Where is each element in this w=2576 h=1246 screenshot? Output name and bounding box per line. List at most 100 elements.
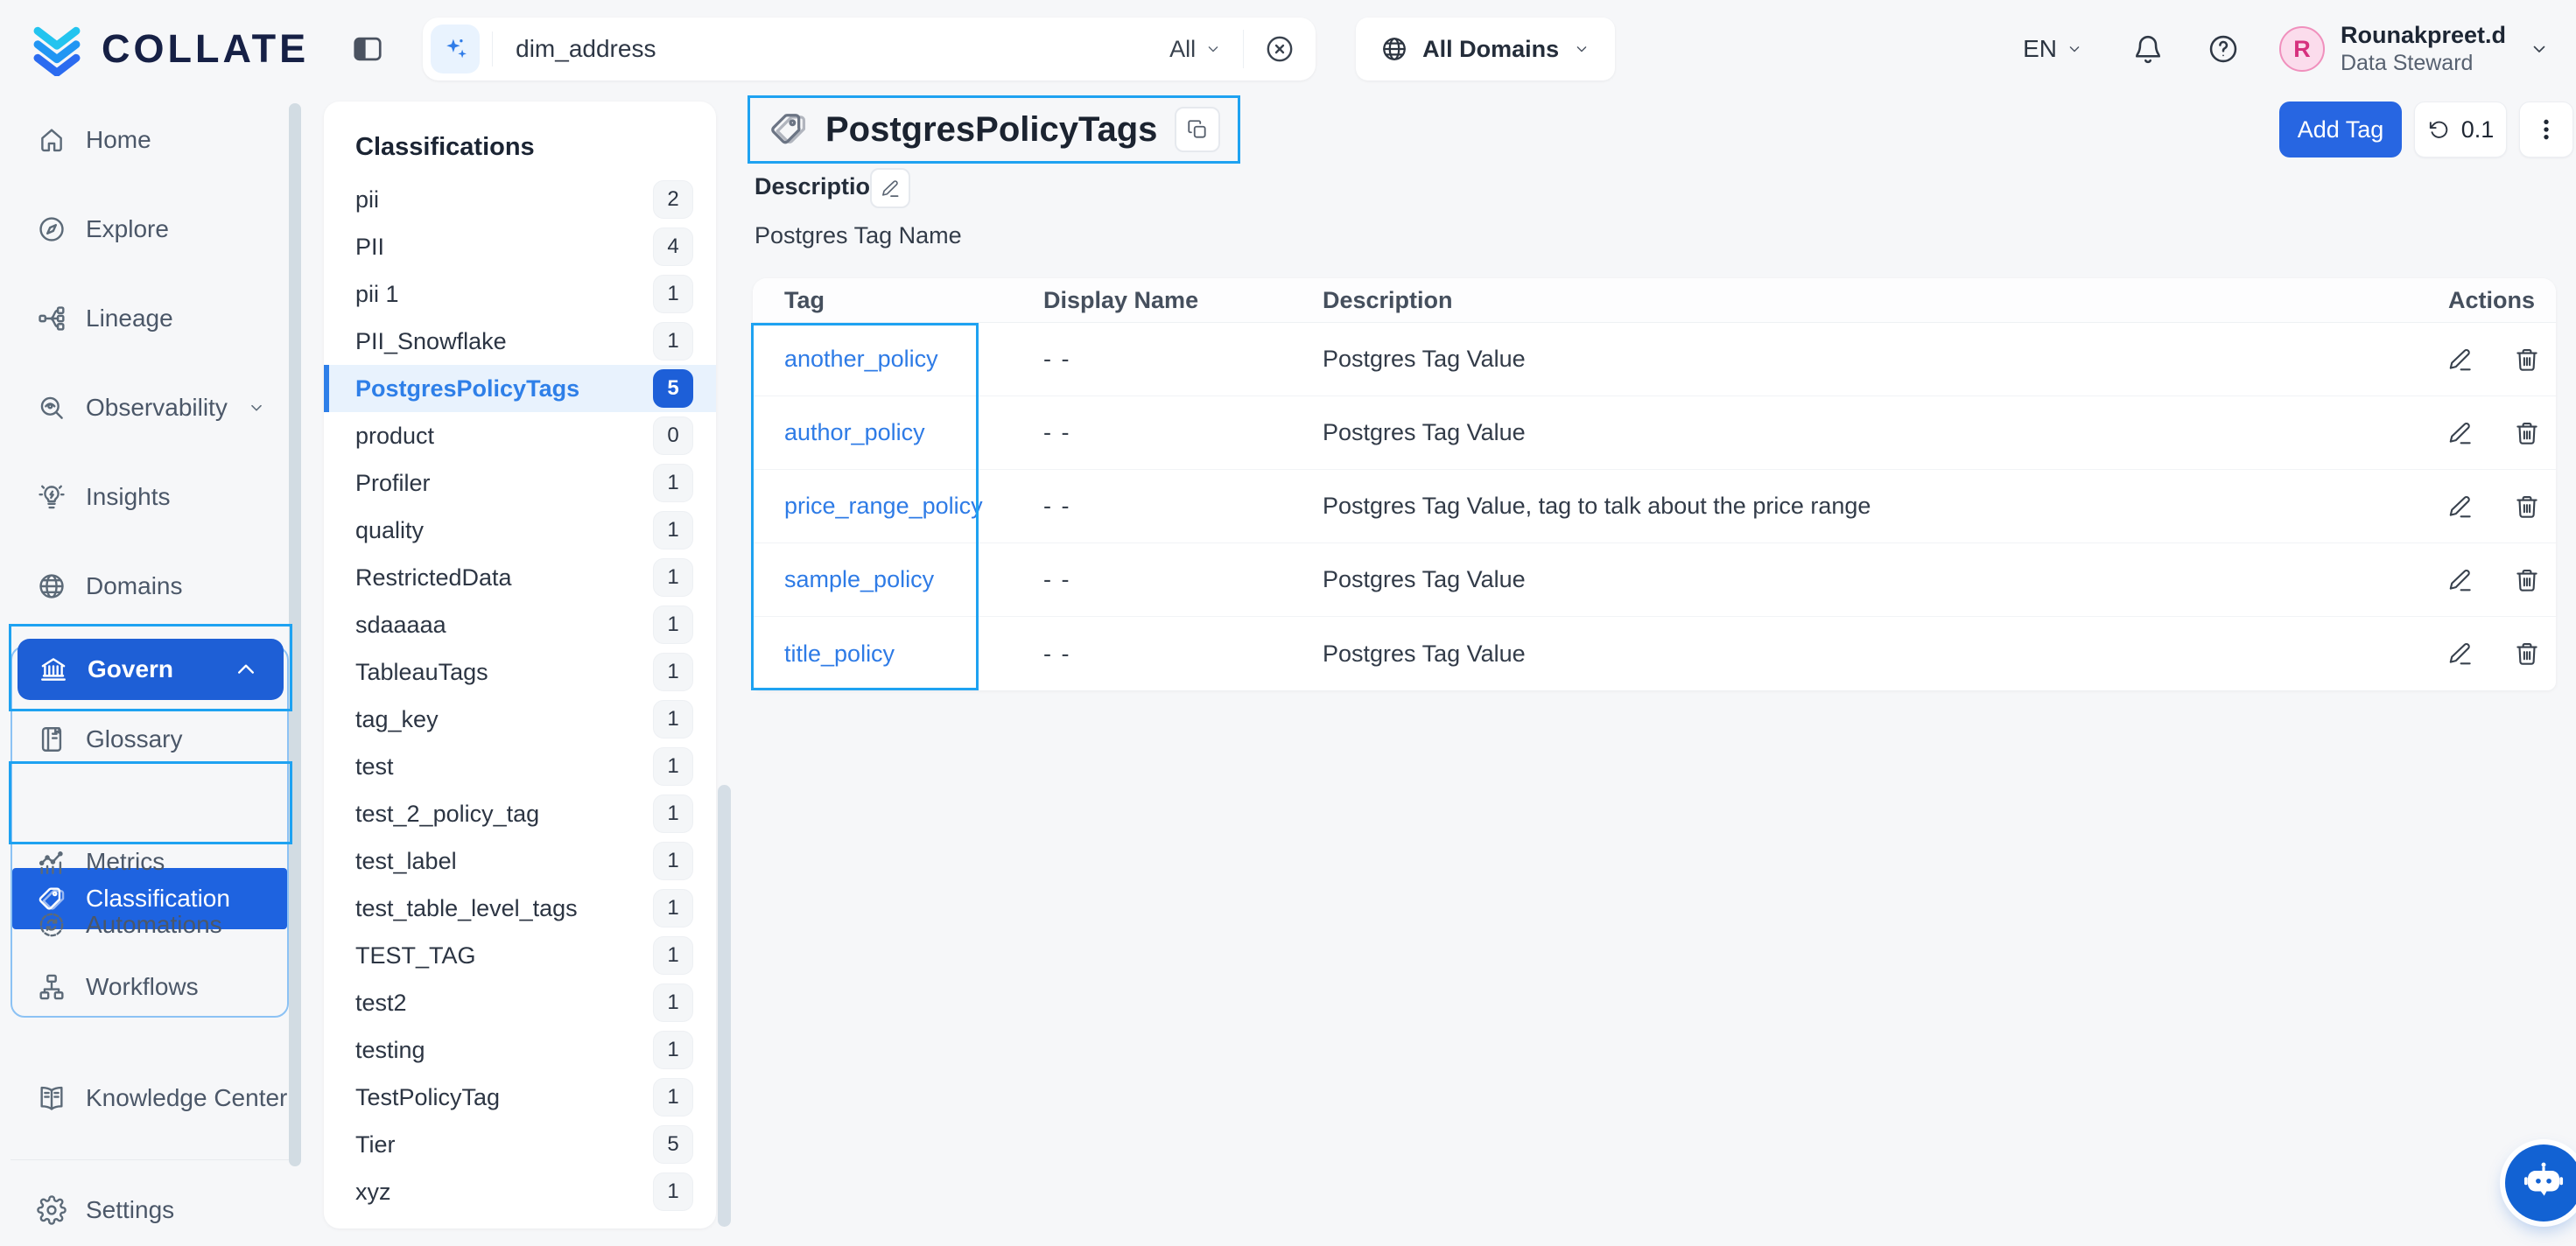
count-badge: 1 [653,842,693,880]
tag-icon [768,109,808,150]
delete-trash-icon[interactable] [2514,346,2540,373]
classification-list-item[interactable]: test_table_level_tags 1 [324,885,716,932]
version-button[interactable]: 0.1 [2414,102,2507,158]
count-badge: 0 [653,416,693,455]
help-icon[interactable] [2207,33,2239,65]
sidebar-item-settings[interactable]: Settings [0,1180,289,1241]
classification-list-item[interactable]: pii 1 1 [324,270,716,318]
classification-list-item[interactable]: product 0 [324,412,716,459]
description-cell: Postgres Tag Value [1323,346,2327,373]
automations-icon [37,910,67,940]
sidebar-item-lineage[interactable]: Lineage [0,288,289,349]
compass-icon [37,214,67,244]
notifications-bell-icon[interactable] [2132,33,2164,65]
tag-link[interactable]: sample_policy [784,566,934,592]
sidebar-item-workflows[interactable]: Workflows [12,959,287,1015]
table-header: Tag Display Name Description Actions [753,278,2556,323]
tag-link[interactable]: title_policy [784,640,895,667]
sidebar-item-home[interactable]: Home [0,109,289,171]
classification-list-item[interactable]: test_label 1 [324,837,716,885]
classification-list-item[interactable]: quality 1 [324,507,716,554]
classification-list-item[interactable]: PII_Snowflake 1 [324,318,716,365]
sidebar-item-automations[interactable]: Automations [12,897,287,953]
sidebar-item-govern[interactable]: Govern [18,639,284,700]
sidebar-item-metrics[interactable]: Metrics [12,834,287,890]
home-icon [37,125,67,155]
count-badge: 1 [653,936,693,975]
sidebar-item-observability[interactable]: Observability [0,377,289,438]
edit-icon[interactable] [2447,420,2474,446]
language-selector[interactable]: EN [2023,35,2083,63]
column-header-tag: Tag [753,287,1043,314]
collate-logo-icon [30,22,84,76]
classification-list-item[interactable]: tag_key 1 [324,696,716,743]
chevron-down-icon[interactable] [247,398,266,417]
edit-description-button[interactable] [870,168,910,208]
count-badge: 1 [653,653,693,691]
entity-title-box: PostgresPolicyTags [748,95,1240,164]
sidebar-item-insights[interactable]: Insights [0,466,289,528]
clear-search-icon[interactable] [1265,34,1295,64]
count-badge: 1 [653,794,693,833]
globe-icon [1380,35,1408,63]
classification-list-item[interactable]: Profiler 1 [324,459,716,507]
classification-list-item[interactable]: PII 4 [324,223,716,270]
chat-assistant-button[interactable] [2505,1144,2576,1222]
classifications-scrollbar[interactable] [718,785,731,1227]
sidebar-item-knowledge-center[interactable]: Knowledge Center [0,1068,289,1129]
delete-trash-icon[interactable] [2514,494,2540,520]
brand-wordmark: COLLATE [102,26,309,72]
classification-list-item[interactable]: testing 1 [324,1026,716,1074]
classification-list-item[interactable]: test2 1 [324,979,716,1026]
sidebar-item-domains[interactable]: Domains [0,556,289,617]
classification-list-item[interactable]: TableauTags 1 [324,648,716,696]
edit-icon[interactable] [2447,494,2474,520]
classification-list-item[interactable]: test 1 [324,743,716,790]
table-row: sample_policy - - Postgres Tag Value [753,543,2556,617]
ai-sparkle-icon[interactable] [431,24,480,74]
table-row: title_policy - - Postgres Tag Value [753,617,2556,690]
classification-list-item[interactable]: TEST_TAG 1 [324,932,716,979]
delete-trash-icon[interactable] [2514,420,2540,446]
delete-trash-icon[interactable] [2514,640,2540,667]
more-options-button[interactable] [2519,102,2573,158]
classification-list-item[interactable]: PostgresPolicyTags 5 [324,365,716,412]
search-input[interactable]: dim_address [516,35,1169,63]
avatar[interactable]: R [2279,26,2325,72]
search-scope-dropdown[interactable]: All [1169,36,1222,63]
edit-icon[interactable] [2447,346,2474,373]
classification-name: pii [355,186,653,214]
classification-list-item[interactable]: Tier 5 [324,1121,716,1168]
copy-button[interactable] [1175,107,1220,152]
user-profile[interactable]: R Rounakpreet.d Data Steward [2279,21,2506,78]
sidebar-item-explore[interactable]: Explore [0,199,289,260]
classification-list-item[interactable]: RestrictedData 1 [324,554,716,601]
classification-list-item[interactable]: TestPolicyTag 1 [324,1074,716,1121]
divider [1243,30,1244,68]
global-search[interactable]: dim_address All [423,18,1316,80]
classification-name: product [355,423,653,450]
classification-list-item[interactable]: xyz 1 [324,1168,716,1215]
description-label: Description [755,173,885,200]
tag-link[interactable]: author_policy [784,419,925,445]
sidebar-scrollbar[interactable] [289,103,301,1166]
sidebar-toggle-icon[interactable] [351,32,384,66]
topbar: COLLATE dim_address All All Domains EN R [0,0,2576,98]
add-tag-button[interactable]: Add Tag [2279,102,2402,158]
classification-list-item[interactable]: pii 2 [324,176,716,223]
classification-list-item[interactable]: sdaaaaa 1 [324,601,716,648]
edit-icon[interactable] [2447,640,2474,667]
classification-list-item[interactable]: test_2_policy_tag 1 [324,790,716,837]
edit-icon[interactable] [2447,567,2474,593]
sidebar-item-glossary[interactable]: Glossary [12,711,287,767]
classification-name: test_2_policy_tag [355,801,653,828]
collate-logo[interactable]: COLLATE [30,22,309,76]
kebab-icon [2532,116,2560,144]
tag-link[interactable]: price_range_policy [784,493,983,519]
count-badge: 1 [653,1078,693,1116]
user-menu-chevron-icon[interactable] [2529,38,2550,60]
delete-trash-icon[interactable] [2514,567,2540,593]
all-domains-dropdown[interactable]: All Domains [1356,18,1615,80]
classification-name: testing [355,1037,653,1064]
tag-link[interactable]: another_policy [784,346,938,372]
